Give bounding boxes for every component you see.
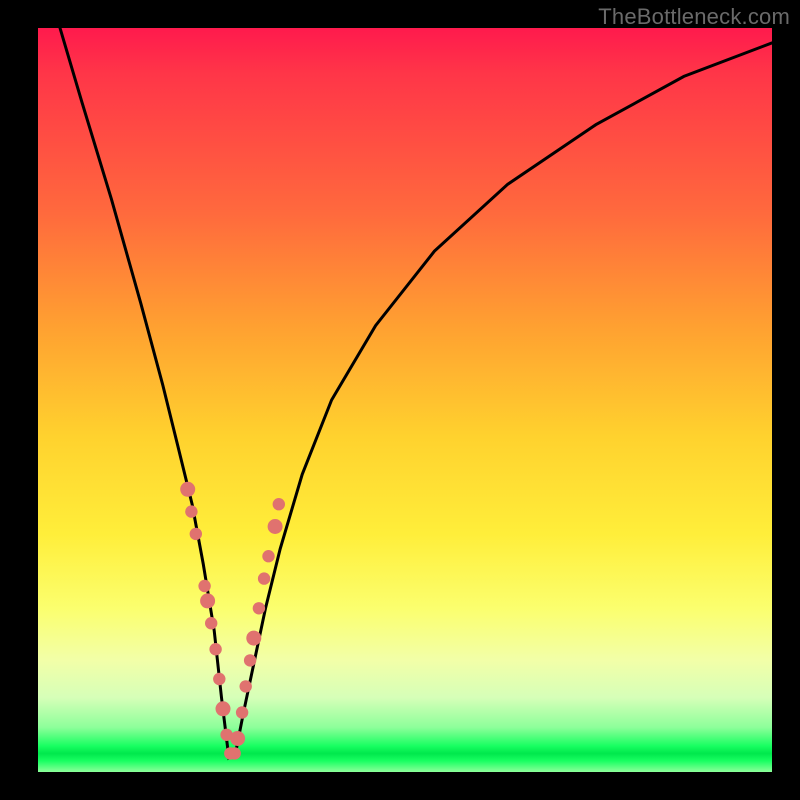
- watermark-text: TheBottleneck.com: [598, 4, 790, 30]
- marker-dot: [253, 602, 265, 614]
- marker-dot: [205, 617, 217, 629]
- marker-dot: [273, 498, 285, 510]
- marker-dot: [200, 593, 215, 608]
- bottleneck-curve: [60, 28, 772, 757]
- marker-dot: [246, 631, 261, 646]
- marker-dot: [236, 706, 248, 718]
- marker-dot: [209, 643, 221, 655]
- marker-dot: [213, 673, 225, 685]
- outer-frame: TheBottleneck.com: [0, 0, 800, 800]
- marker-dot: [229, 747, 241, 759]
- marker-dot: [198, 580, 210, 592]
- marker-dot: [268, 519, 283, 534]
- marker-dot: [190, 528, 202, 540]
- marker-dot: [216, 701, 231, 716]
- marker-dot: [185, 505, 197, 517]
- marker-dot: [262, 550, 274, 562]
- marker-dot: [240, 680, 252, 692]
- marker-dot: [180, 482, 195, 497]
- marker-dot: [230, 731, 245, 746]
- chart-svg: [38, 28, 772, 772]
- marker-dot: [244, 654, 256, 666]
- curve-layer: [60, 28, 772, 757]
- plot-area: [38, 28, 772, 772]
- marker-dot: [258, 572, 270, 584]
